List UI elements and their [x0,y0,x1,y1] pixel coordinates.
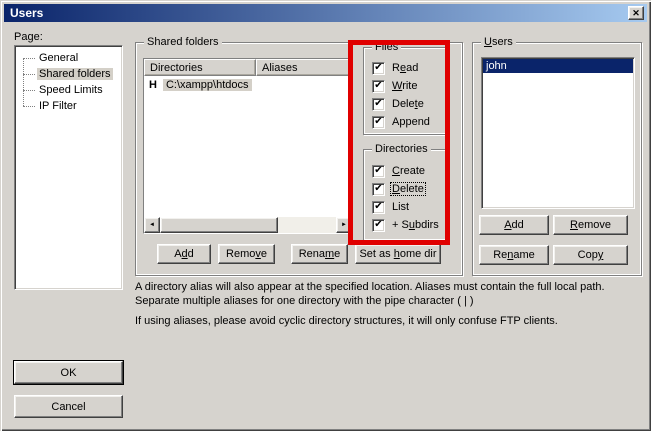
list-header-row: Directories Aliases [144,59,352,76]
page-item-label[interactable]: General [37,52,80,64]
window-title: Users [10,6,43,20]
dir-delete-label[interactable]: Delete [391,183,425,195]
append-checkbox-row[interactable]: ✔ Append [372,115,431,129]
user-rename-label: Rename [493,249,535,261]
alias-help-text: A directory alias will also appear at th… [135,280,651,308]
cancel-label: Cancel [51,401,85,413]
directories-column-header[interactable]: Directories [144,59,256,76]
cancel-button[interactable]: Cancel [14,395,123,418]
users-group-label: Users [481,36,516,48]
page-item-ip-filter[interactable]: IP Filter [15,98,122,114]
write-label[interactable]: Write [391,80,418,92]
cyclic-help-text: If using aliases, please avoid cyclic di… [135,314,651,328]
file-delete-checkbox-row[interactable]: ✔ Delete [372,97,425,111]
page-item-label[interactable]: Speed Limits [37,84,105,96]
page-item-speed-limits[interactable]: Speed Limits [15,82,122,98]
list-checkbox[interactable]: ✔ [372,201,385,214]
tree-twig [23,58,35,59]
subdirs-checkbox[interactable]: ✔ [372,219,385,232]
check-icon: ✔ [374,220,382,230]
shared-folders-group-label: Shared folders [144,36,222,48]
horizontal-scrollbar[interactable]: ◄ ► [144,217,352,233]
dir-delete-checkbox-row[interactable]: ✔ Delete [372,182,425,196]
page-item-label[interactable]: IP Filter [37,100,79,112]
directories-group-label: Directories [372,143,431,155]
users-dialog: Users ✕ Page: General Shared folders Spe… [0,0,651,431]
user-copy-button[interactable]: Copy [553,245,628,265]
folder-remove-button[interactable]: Remove [218,244,275,264]
append-checkbox[interactable]: ✔ [372,116,385,129]
user-add-label: Add [504,219,524,231]
directories-permissions-group: Directories ✔ Create ✔ Delete ✔ List ✔ +… [363,149,447,241]
user-name: john [486,60,507,72]
directory-row[interactable]: H C:\xampp\htdocs [144,77,352,92]
list-body[interactable]: H C:\xampp\htdocs [144,76,352,217]
folder-rename-button[interactable]: Rename [291,244,348,264]
user-add-button[interactable]: Add [479,215,549,235]
scrollbar-thumb[interactable] [160,217,278,233]
tree-twig [23,74,35,75]
page-label: Page: [14,31,43,43]
create-checkbox-row[interactable]: ✔ Create [372,164,426,178]
title-bar: Users ✕ [4,4,647,22]
check-icon: ✔ [374,184,382,194]
page-item-general[interactable]: General [15,50,122,66]
scroll-left-icon: ◄ [149,222,155,228]
folder-remove-label: Remove [226,248,267,260]
subdirs-checkbox-row[interactable]: ✔ + Subdirs [372,218,440,232]
read-checkbox[interactable]: ✔ [372,62,385,75]
file-delete-label[interactable]: Delete [391,98,425,110]
write-checkbox-row[interactable]: ✔ Write [372,79,418,93]
page-list[interactable]: General Shared folders Speed Limits IP F… [14,45,123,290]
create-label[interactable]: Create [391,165,426,177]
aliases-column-header[interactable]: Aliases [256,59,352,76]
close-icon: ✕ [632,9,640,18]
files-permissions-group: Files ✔ Read ✔ Write ✔ Delete ✔ Append [363,47,447,135]
read-label[interactable]: Read [391,62,419,74]
user-row-john[interactable]: john [483,59,633,73]
read-checkbox-row[interactable]: ✔ Read [372,61,419,75]
set-as-home-dir-button[interactable]: Set as home dir [355,244,441,264]
check-icon: ✔ [374,117,382,127]
check-icon: ✔ [374,99,382,109]
list-label[interactable]: List [391,201,410,213]
users-list[interactable]: john [481,57,635,209]
home-directory-flag: H [149,79,157,91]
write-checkbox[interactable]: ✔ [372,80,385,93]
page-item-shared-folders[interactable]: Shared folders [15,66,122,82]
set-as-home-dir-label: Set as home dir [359,248,436,260]
dir-delete-checkbox[interactable]: ✔ [372,183,385,196]
check-icon: ✔ [374,81,382,91]
folder-rename-label: Rename [299,248,341,260]
scroll-right-button[interactable]: ► [336,217,352,233]
create-checkbox[interactable]: ✔ [372,165,385,178]
tree-twig [23,106,35,107]
user-copy-label: Copy [578,249,604,261]
folder-add-button[interactable]: Add [157,244,211,264]
check-icon: ✔ [374,166,382,176]
user-rename-button[interactable]: Rename [479,245,549,265]
close-button[interactable]: ✕ [628,6,644,20]
page-item-label[interactable]: Shared folders [37,68,113,80]
append-label[interactable]: Append [391,116,431,128]
directory-path[interactable]: C:\xampp\htdocs [163,79,252,91]
files-group-label: Files [372,41,401,53]
user-remove-button[interactable]: Remove [553,215,628,235]
check-icon: ✔ [374,202,382,212]
user-remove-label: Remove [570,219,611,231]
list-checkbox-row[interactable]: ✔ List [372,200,410,214]
users-group: Users john [472,42,642,276]
folder-add-label: Add [174,248,194,260]
ok-button[interactable]: OK [14,361,123,384]
scroll-left-button[interactable]: ◄ [144,217,160,233]
scroll-right-icon: ► [341,222,347,228]
tree-twig [23,90,35,91]
ok-label: OK [61,367,77,379]
subdirs-label[interactable]: + Subdirs [391,219,440,231]
file-delete-checkbox[interactable]: ✔ [372,98,385,111]
shared-folders-list[interactable]: Directories Aliases H C:\xampp\htdocs ◄ … [143,58,353,234]
scrollbar-track[interactable] [278,217,336,233]
check-icon: ✔ [374,63,382,73]
